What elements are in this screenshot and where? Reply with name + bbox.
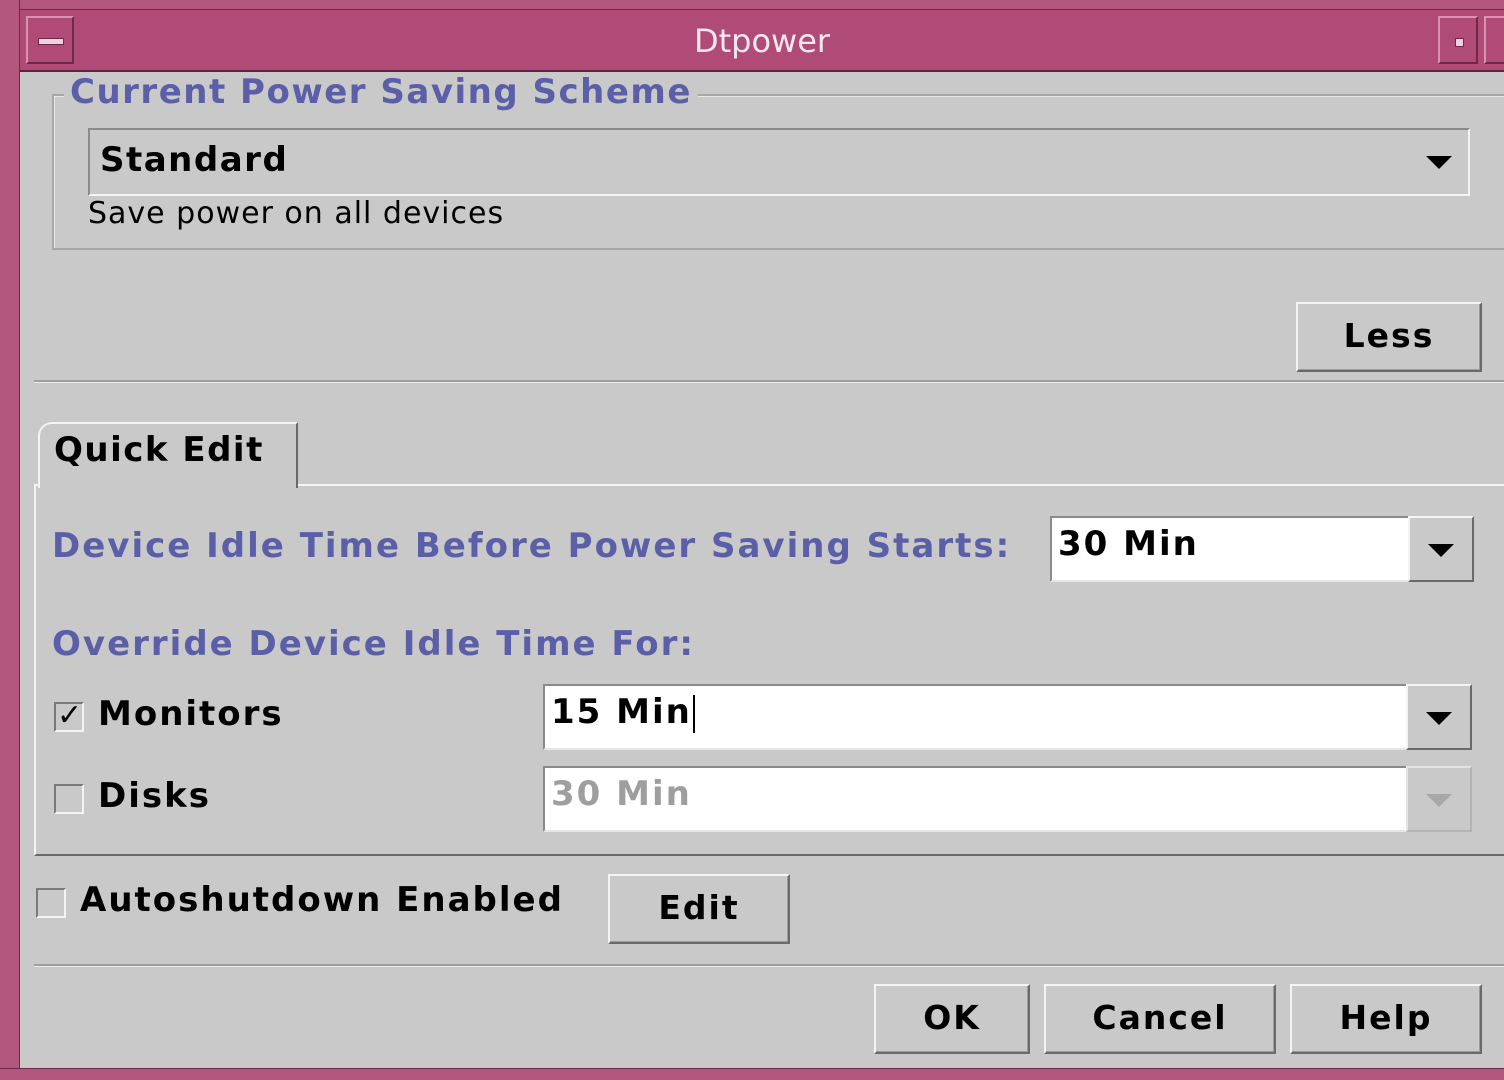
window-frame-top[interactable] [0,0,1504,10]
dtpower-window: Dtpower Current Power Saving Scheme Stan… [0,0,1504,1080]
separator [34,380,1504,383]
chevron-down-icon [1426,794,1452,807]
separator [34,964,1504,967]
autoshutdown-checkbox[interactable] [36,888,66,918]
disks-checkbox[interactable] [54,784,84,814]
monitors-idle-input[interactable]: 15 Min [543,684,1409,750]
scheme-description: Save power on all devices [88,196,505,231]
maximize-button[interactable] [1484,16,1504,64]
chevron-down-icon [1426,712,1452,725]
disks-idle-value: 30 Min [551,774,692,814]
scheme-combo-value: Standard [100,140,289,180]
monitors-idle-value: 15 Min [551,692,692,732]
scheme-combo[interactable]: Standard [88,128,1470,196]
chevron-down-icon [1428,544,1454,557]
scheme-group-label: Current Power Saving Scheme [64,72,698,112]
tab-quick-edit-label: Quick Edit [54,430,264,470]
text-caret [692,694,695,733]
window-frame-bottom[interactable] [0,1068,1504,1080]
chevron-down-icon [1426,156,1452,169]
monitors-checkbox[interactable]: ✓ [54,698,84,733]
idle-time-value: 30 Min [1058,524,1199,564]
cancel-button[interactable]: Cancel [1044,984,1276,1054]
tab-quick-edit[interactable]: Quick Edit [38,422,298,488]
monitors-dropdown-button[interactable] [1406,684,1472,750]
minimize-icon [1455,38,1464,47]
monitors-label[interactable]: Monitors [98,694,284,734]
idle-time-input[interactable]: 30 Min [1050,516,1410,582]
checkmark-icon: ✓ [57,698,83,733]
window-frame-left[interactable] [0,0,20,1080]
title-bar[interactable]: Dtpower [20,10,1504,72]
window-title: Dtpower [693,22,831,60]
less-button[interactable]: Less [1296,302,1482,372]
minimize-button[interactable] [1438,16,1478,64]
idle-time-label: Device Idle Time Before Power Saving Sta… [52,526,1012,566]
ok-button[interactable]: OK [874,984,1030,1054]
idle-time-dropdown-button[interactable] [1408,516,1474,582]
disks-dropdown-button[interactable] [1406,766,1472,832]
override-label: Override Device Idle Time For: [52,624,695,664]
autoshutdown-label[interactable]: Autoshutdown Enabled [80,880,564,920]
autoshutdown-edit-button[interactable]: Edit [608,874,790,944]
disks-label[interactable]: Disks [98,776,211,816]
help-button[interactable]: Help [1290,984,1482,1054]
window-menu-icon [38,38,64,45]
window-menu-button[interactable] [26,16,74,64]
disks-idle-input[interactable]: 30 Min [543,766,1409,832]
